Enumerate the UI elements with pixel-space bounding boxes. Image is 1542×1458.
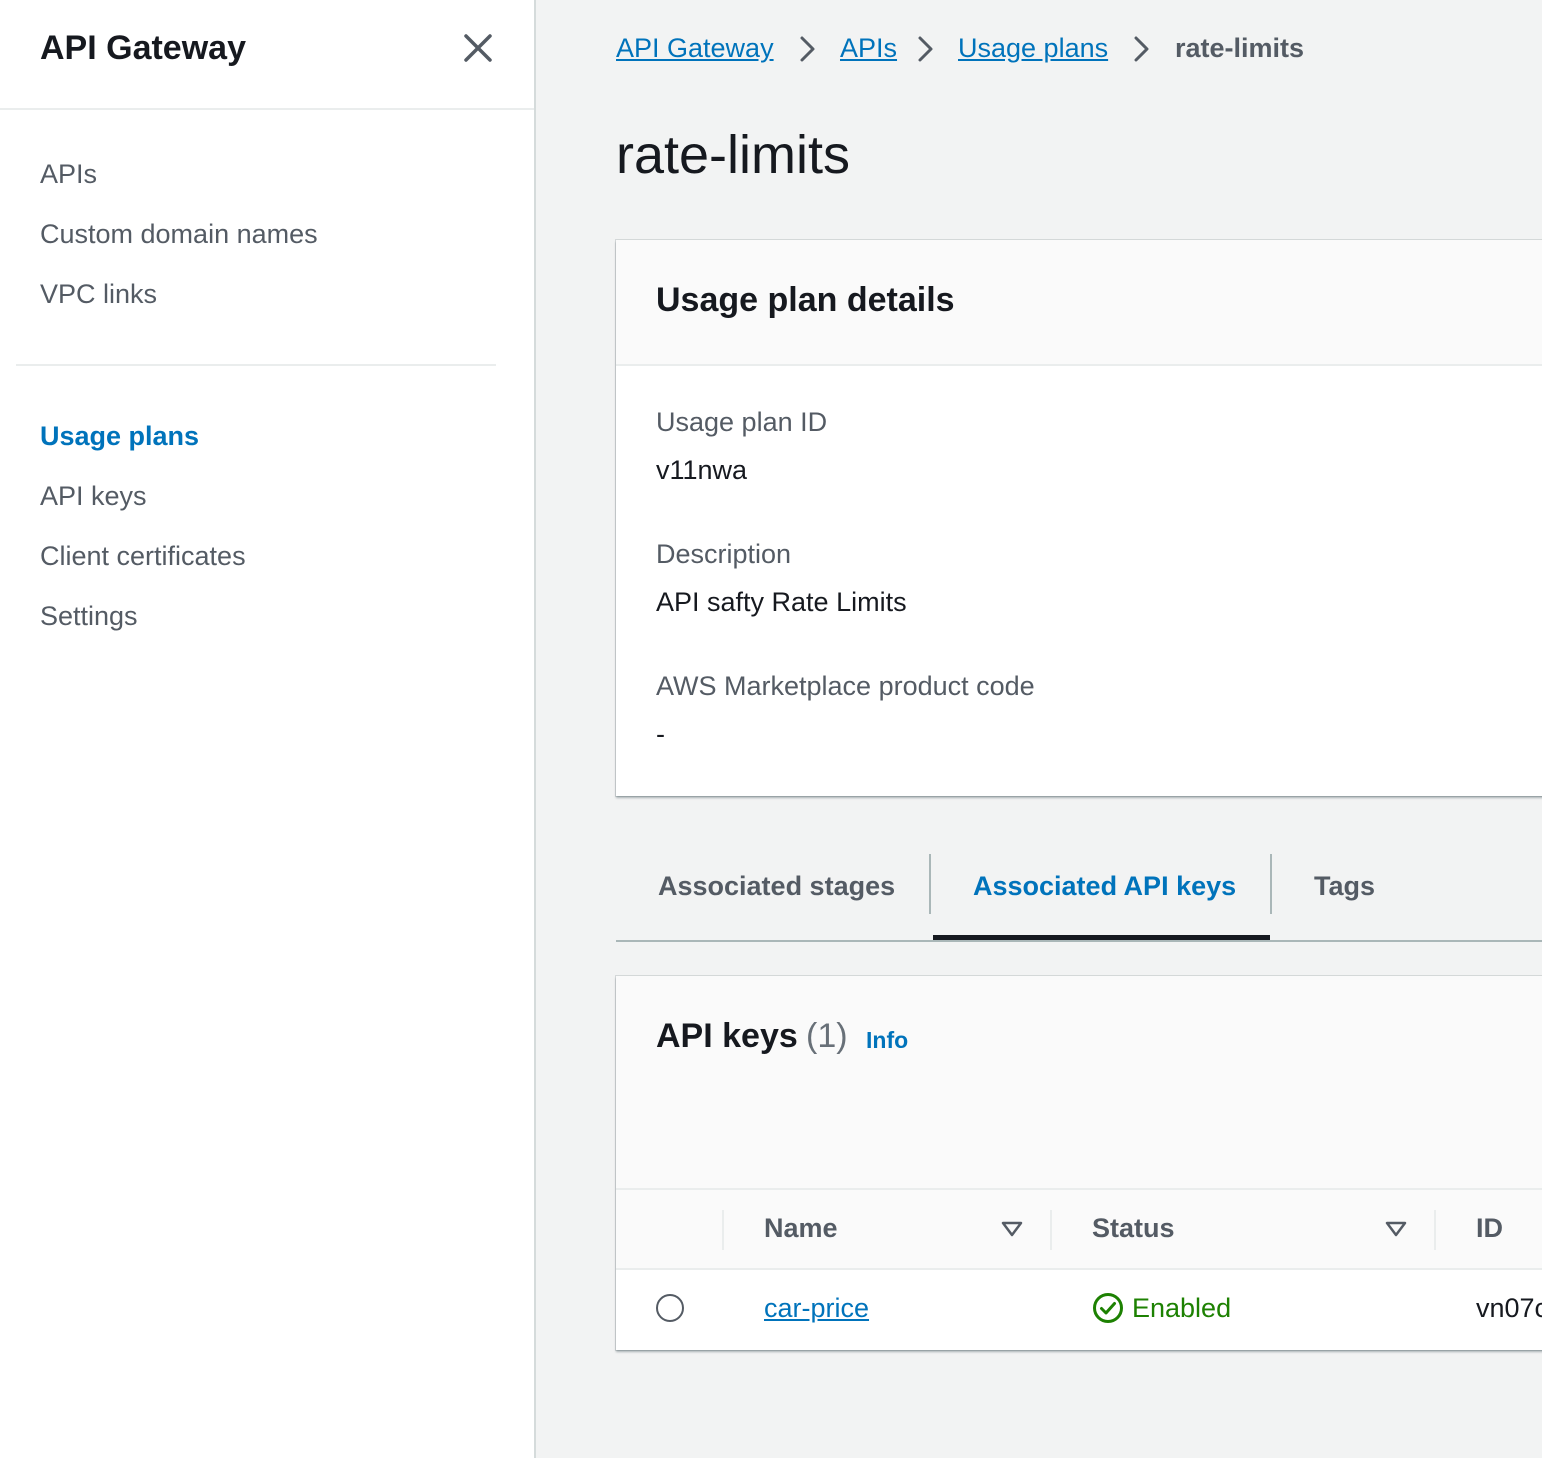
- nav-item-vpc-links[interactable]: VPC links: [40, 278, 157, 310]
- column-header-id[interactable]: ID: [1476, 1212, 1503, 1244]
- nav-item-apis[interactable]: APIs: [40, 158, 97, 190]
- column-header-status[interactable]: Status: [1092, 1212, 1175, 1244]
- nav-item-api-keys[interactable]: API keys: [40, 480, 147, 512]
- description-label: Description: [656, 539, 792, 569]
- status-badge: Enabled: [1132, 1293, 1232, 1323]
- active-tab-indicator: [933, 935, 1270, 940]
- nav-divider: [16, 364, 496, 366]
- close-navigation-button[interactable]: [458, 28, 498, 68]
- side-navigation: API Gateway APIs Custom domain names VPC…: [0, 0, 536, 1458]
- api-keys-card: API keys (1) Info Name Status ID car-pri…: [616, 976, 1542, 1350]
- sidebar-title: API Gateway: [40, 29, 246, 67]
- tab-separator: [929, 854, 931, 914]
- check-circle-icon: [1093, 1293, 1123, 1323]
- api-keys-count: (1): [806, 1017, 848, 1055]
- api-key-name-link[interactable]: car-price: [764, 1292, 869, 1324]
- usage-plan-details-card: Usage plan details Usage plan ID v11nwa …: [616, 240, 1542, 796]
- sidebar-header: API Gateway: [0, 0, 534, 110]
- chevron-right-icon: [918, 36, 933, 62]
- caret-down-icon[interactable]: [1385, 1220, 1407, 1238]
- column-separator: [1434, 1210, 1436, 1250]
- card-header: Usage plan details: [616, 240, 1542, 366]
- info-link[interactable]: Info: [866, 1026, 908, 1054]
- chevron-right-icon: [1134, 36, 1149, 62]
- api-key-id: vn07c: [1476, 1293, 1542, 1323]
- table-header: Name Status ID: [616, 1190, 1542, 1270]
- close-icon: [464, 34, 492, 62]
- nav-item-settings[interactable]: Settings: [40, 600, 138, 632]
- tab-associated-api-keys[interactable]: Associated API keys: [973, 868, 1236, 904]
- usage-plan-id-label: Usage plan ID: [656, 407, 828, 437]
- nav-item-custom-domain-names[interactable]: Custom domain names: [40, 218, 318, 250]
- breadcrumb-apis[interactable]: APIs: [840, 30, 897, 66]
- column-separator: [722, 1210, 724, 1250]
- usage-plan-id-value: v11nwa: [656, 455, 748, 485]
- nav-item-client-certificates[interactable]: Client certificates: [40, 540, 246, 572]
- marketplace-product-code-value: -: [656, 719, 665, 749]
- card-title: Usage plan details: [656, 281, 955, 319]
- tab-list: Associated stages Associated API keys Ta…: [616, 836, 1542, 942]
- column-header-name[interactable]: Name: [764, 1212, 838, 1244]
- tab-associated-stages[interactable]: Associated stages: [658, 868, 895, 904]
- breadcrumb-usage-plans[interactable]: Usage plans: [958, 30, 1108, 66]
- api-keys-title: API keys: [656, 1017, 798, 1055]
- tab-separator: [1270, 854, 1272, 914]
- column-separator: [1050, 1210, 1052, 1250]
- nav-item-usage-plans[interactable]: Usage plans: [40, 420, 199, 452]
- page-title: rate-limits: [616, 125, 851, 185]
- caret-down-icon[interactable]: [1001, 1220, 1023, 1238]
- table-row[interactable]: car-price Enabled vn07c: [616, 1270, 1542, 1350]
- tab-tags[interactable]: Tags: [1314, 868, 1375, 904]
- chevron-right-icon: [800, 36, 815, 62]
- marketplace-product-code-label: AWS Marketplace product code: [656, 671, 1035, 701]
- row-select-radio[interactable]: [656, 1294, 684, 1322]
- breadcrumb-current: rate-limits: [1175, 33, 1305, 63]
- breadcrumb-api-gateway[interactable]: API Gateway: [616, 30, 774, 66]
- api-keys-header: API keys (1) Info: [616, 976, 1542, 1190]
- description-value: API safty Rate Limits: [656, 587, 907, 617]
